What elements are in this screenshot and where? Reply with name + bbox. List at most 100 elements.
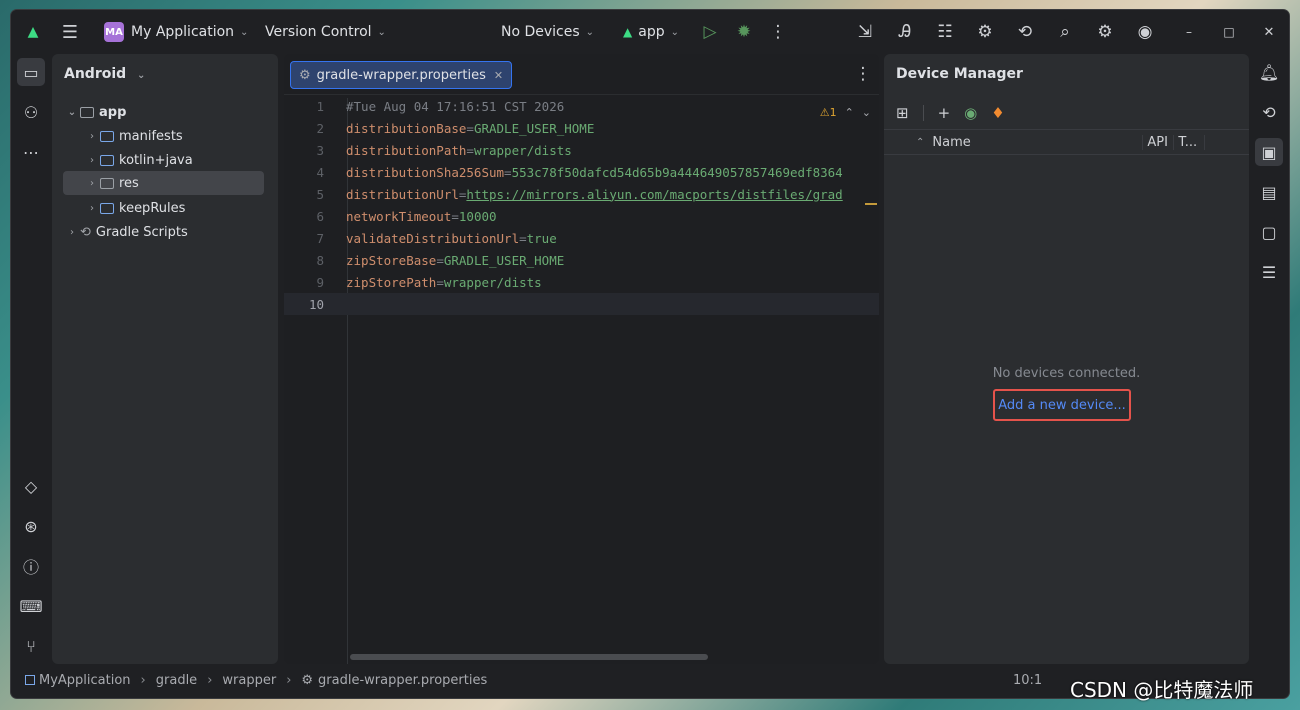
device-manager-icon[interactable]: ▣ [1255,138,1283,166]
property-value: GRADLE_USER_HOME [473,120,595,136]
android-studio-logo-icon: ▲ [27,24,39,40]
close-icon[interactable]: ✕ [1255,18,1283,46]
caret-position[interactable]: 10:1 [1013,673,1042,688]
close-tab-icon[interactable]: ✕ [494,69,503,82]
code-line[interactable]: 1 #Tue Aug 04 17:16:51 CST 2026 [284,95,879,117]
code-line[interactable]: 6 networkTimeout = 10000 [284,205,879,227]
device-explorer-icon[interactable]: ▤ [1255,178,1283,206]
more-tools-icon[interactable]: ⋯ [17,138,45,166]
chevron-down-icon: ⌄ [67,106,77,118]
line-number: 1 [316,98,324,114]
logcat-icon[interactable]: ☷ [931,18,959,46]
notifications-bell-icon[interactable]: 🔔︎ [1255,58,1283,86]
tree-item-label: kotlin+java [119,152,193,168]
vcs-menu[interactable]: Version Control ⌄ [265,10,386,54]
problems-icon[interactable]: ⓘ [17,552,45,580]
chevron-right-icon: › [140,672,146,688]
folder-icon [100,202,114,214]
minimize-icon[interactable]: – [1175,18,1203,46]
pair-wifi-icon[interactable]: ◉ [964,104,977,122]
gradle-elephant-icon: ⟲ [80,224,91,240]
code-line[interactable]: 3 distributionPath = wrapper/dists [284,139,879,161]
debug-icon[interactable]: ✹ [730,18,758,46]
column-type[interactable]: T... [1173,134,1206,150]
property-key: distributionUrl [346,186,459,202]
maximize-icon[interactable]: □ [1215,18,1243,46]
terminal-icon[interactable]: ⌨ [17,592,45,620]
add-new-device-link[interactable]: Add a new device... [993,389,1131,421]
tree-item-res[interactable]: › res [63,171,264,195]
more-actions-icon[interactable]: ⋮ [764,18,792,46]
translate-icon[interactable]: Ꭿ [891,18,919,46]
line-number: 6 [316,208,324,224]
breadcrumb-item[interactable]: wrapper [222,673,276,688]
view-mode-selector[interactable]: Android ⌄ [64,66,145,82]
tree-item-label: res [119,175,139,191]
line-number: 3 [316,142,324,158]
main-menu-icon[interactable]: ☰ [56,18,84,46]
code-line[interactable]: 5 distributionUrl = https://mirrors.aliyun… [284,183,879,205]
line-number: 8 [316,252,324,268]
right-tool-strip: 🔔︎ ⟲ ▣ ▤ ▢ ☰ [1249,54,1289,662]
column-api[interactable]: API [1142,134,1173,150]
property-key: validateDistributionUrl [346,230,520,246]
editor-more-icon[interactable]: ⋮ [849,60,877,88]
property-url[interactable]: https://mirrors.aliyun.com/macports/dist… [466,187,842,202]
android-icon: ▲ [623,25,633,39]
resource-manager-icon[interactable]: ⚇ [17,98,45,126]
code-line[interactable]: 7 validateDistributionUrl = true [284,227,879,249]
tree-item-label: app [99,104,127,120]
chevron-right-icon: › [70,226,74,238]
project-selector[interactable]: MA My Application ⌄ [104,10,248,54]
grouping-icon[interactable]: ⊞ [896,104,909,122]
code-line[interactable]: 2 distributionBase = GRADLE_USER_HOME [284,117,879,139]
add-device-icon[interactable]: + [938,104,951,122]
sync-icon[interactable]: ⇲ [851,18,879,46]
tree-item-kotlin-java[interactable]: › kotlin+java [84,149,193,171]
project-panel: Android ⌄ ⌄ app › manifests › kotlin+jav… [52,54,278,664]
code-line-current[interactable]: 10 [284,293,879,315]
breadcrumb-item[interactable]: gradle [156,673,197,688]
editor-tab[interactable]: ⚙ gradle-wrapper.properties ✕ [290,61,513,89]
horizontal-scrollbar[interactable] [350,654,708,660]
search-icon[interactable]: ⌕ [1051,18,1079,46]
running-devices-icon[interactable]: ▢ [1255,218,1283,246]
toolbar-divider [922,105,924,121]
gradle-icon[interactable]: ⟲ [1011,18,1039,46]
account-icon[interactable]: ◉ [1131,18,1159,46]
chevron-down-icon: ⌄ [585,26,595,38]
watermark: CSDN @比特魔法师 [1070,678,1254,702]
column-name[interactable]: Name [932,135,1142,150]
code-line[interactable]: 4 distributionSha256Sum = 553c78f50dafcd54… [284,161,879,183]
project-folder-icon[interactable]: ▭ [17,58,45,86]
tree-item-keeprules[interactable]: › keepRules [84,197,185,219]
breadcrumb-item[interactable]: MyApplication [39,673,131,688]
chevron-right-icon: › [207,672,213,688]
property-value: GRADLE_USER_HOME [443,252,565,268]
git-branch-icon[interactable]: ⑂ [17,632,45,660]
left-tool-strip: ▭ ⚇ ⋯ ◇ ⊛ ⓘ ⌨ ⑂ [11,54,51,662]
firebase-icon[interactable]: ♦ [991,104,1004,122]
run-config-selector[interactable]: ▲ app ⌄ [623,10,679,54]
header-divider-bottom [884,154,1249,155]
breadcrumb-item[interactable]: gradle-wrapper.properties [318,673,487,688]
app-inspection-icon[interactable]: ⊛ [17,512,45,540]
gradle-tool-icon[interactable]: ⟲ [1255,98,1283,126]
bug-icon[interactable]: ⚙ [971,18,999,46]
code-line[interactable]: 8 zipStoreBase = GRADLE_USER_HOME [284,249,879,271]
line-number: 2 [316,120,324,136]
chevron-right-icon: › [286,672,292,688]
tree-item-manifests[interactable]: › manifests [84,125,183,147]
structure-list-icon[interactable]: ☰ [1255,258,1283,286]
code-line[interactable]: 9 zipStorePath = wrapper/dists [284,271,879,293]
tree-item-gradle-scripts[interactable]: › ⟲ Gradle Scripts [64,221,188,243]
line-number: 9 [316,274,324,290]
device-selector[interactable]: No Devices ⌄ [501,10,594,54]
settings-gear-icon[interactable]: ⚙ [1091,18,1119,46]
property-value: wrapper/dists [473,142,572,158]
tree-item-app[interactable]: ⌄ app [64,101,127,123]
run-icon[interactable]: ▷ [696,18,724,46]
view-mode-label: Android [64,66,127,82]
line-number: 4 [316,164,324,180]
gem-icon[interactable]: ◇ [17,472,45,500]
